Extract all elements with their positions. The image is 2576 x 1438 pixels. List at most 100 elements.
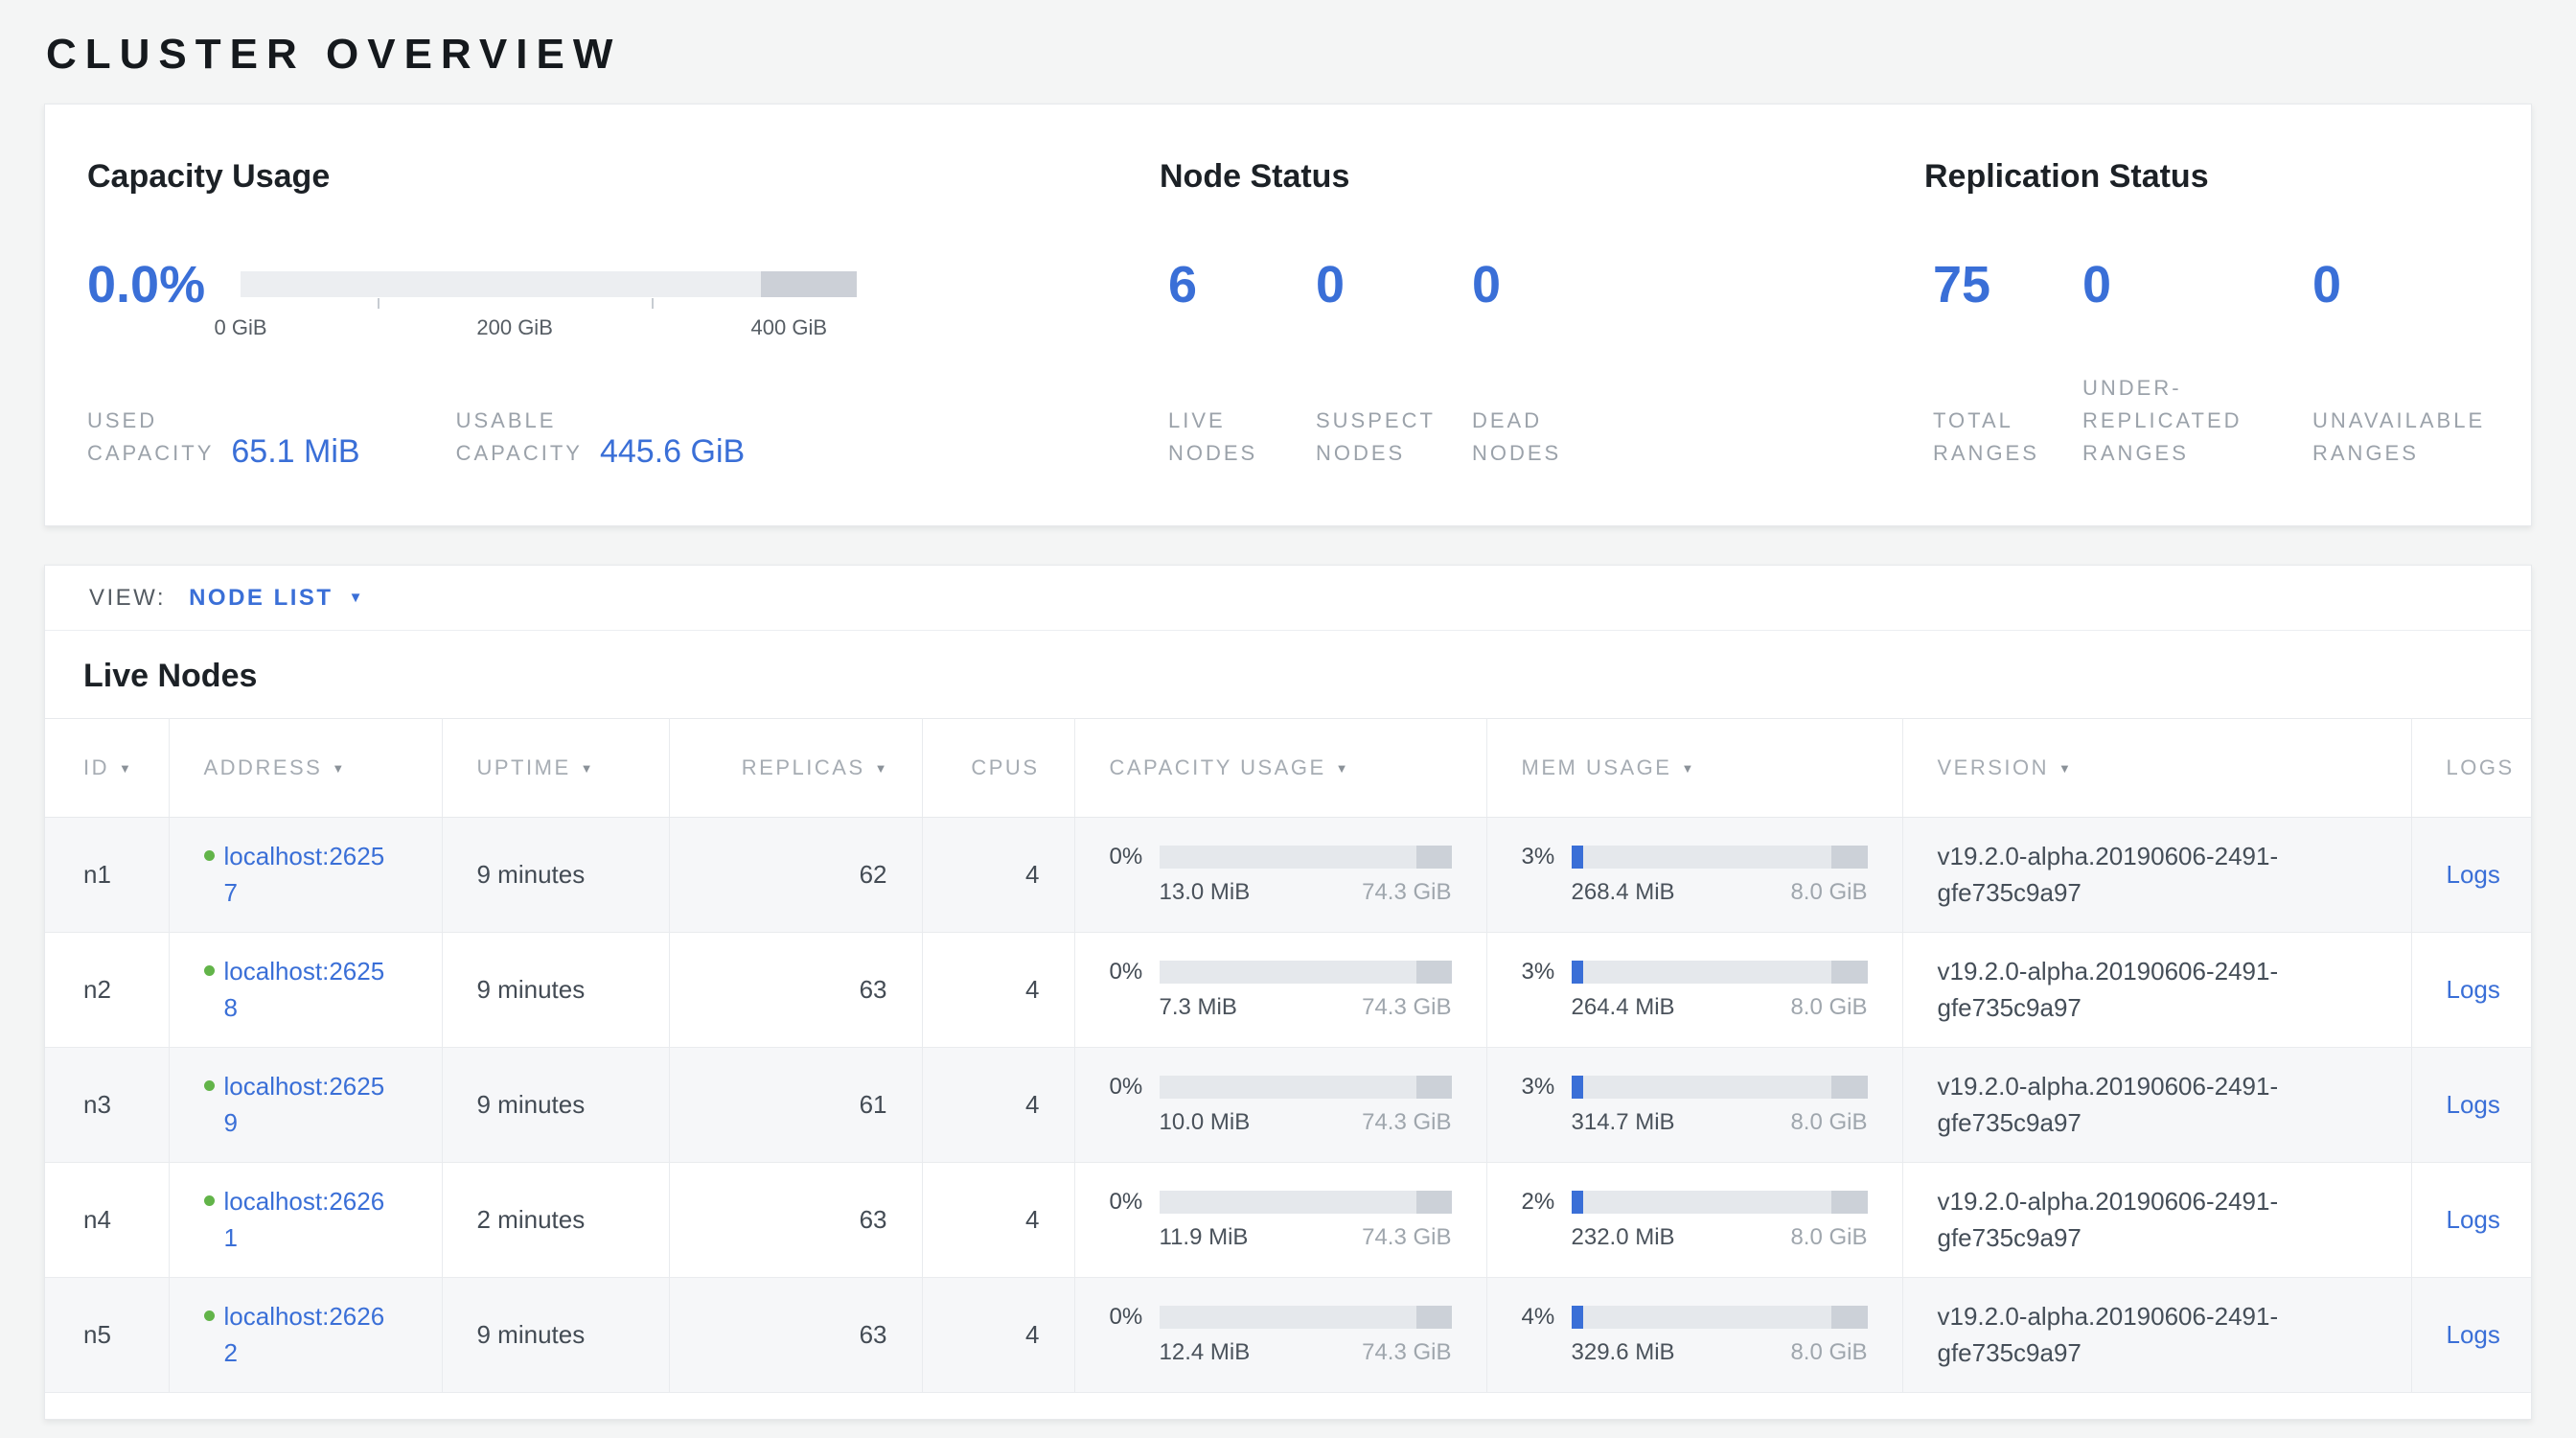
capacity-used-value: 11.9 MiB — [1160, 1224, 1249, 1251]
total-ranges-label: TOTAL RANGES — [1933, 405, 2082, 470]
address-link[interactable]: localhost:26261 — [224, 1184, 389, 1256]
column-label: ID — [83, 755, 109, 779]
replicas-cell: 62 — [669, 818, 922, 933]
capacity-bar — [1160, 846, 1452, 869]
mem-total-value: 8.0 GiB — [1790, 1339, 1867, 1366]
logs-link[interactable]: Logs — [2447, 1090, 2500, 1119]
unavailable-ranges-stat: 0 UNAVAILABLE RANGES — [2312, 259, 2485, 470]
node-status-section: Node Status 6 LIVE NODES 0 SUSPECT NODES… — [1160, 158, 1924, 470]
gauge-tick-label: 200 GiB — [476, 315, 553, 340]
sort-arrow-icon: ▼ — [2058, 761, 2071, 776]
column-label: VERSION — [1938, 755, 2050, 779]
version-cell: v19.2.0-alpha.20190606-2491-gfe735c9a97 — [1902, 818, 2411, 933]
capacity-total-value: 74.3 GiB — [1362, 1339, 1451, 1366]
mem-percent: 3% — [1522, 1074, 1572, 1101]
table-header-row: ID▼ADDRESS▼UPTIME▼REPLICAS▼CPUSCAPACITY … — [45, 719, 2531, 818]
capacity-percent: 0% — [1110, 959, 1160, 986]
capacity-percent-value: 0.0% — [87, 259, 241, 311]
column-header-mem-usage[interactable]: MEM USAGE▼ — [1486, 719, 1902, 818]
capacity-used-value: 10.0 MiB — [1160, 1109, 1251, 1136]
total-ranges-stat: 75 TOTAL RANGES — [1924, 259, 2082, 470]
cpus-cell: 4 — [922, 933, 1074, 1048]
mem-bar-used-segment — [1572, 961, 1583, 984]
column-header-capacity-usage[interactable]: CAPACITY USAGE▼ — [1074, 719, 1486, 818]
column-header-replicas[interactable]: REPLICAS▼ — [669, 719, 922, 818]
version-text: v19.2.0-alpha.20190606-2491-gfe735c9a97 — [1938, 839, 2364, 911]
under-replicated-label: UNDER- REPLICATED RANGES — [2082, 372, 2312, 470]
live-status-dot-icon — [204, 1195, 215, 1206]
live-nodes-stat: 6 LIVE NODES — [1160, 259, 1316, 470]
logs-link[interactable]: Logs — [2447, 860, 2500, 889]
column-label: UPTIME — [477, 755, 571, 779]
node-id-cell: n2 — [45, 933, 169, 1048]
table-row: n3 localhost:26259 9 minutes 61 4 0% 10.… — [45, 1048, 2531, 1163]
suspect-nodes-label: SUSPECT NODES — [1316, 405, 1472, 470]
logs-link[interactable]: Logs — [2447, 1205, 2500, 1234]
mem-usage-cell: 3% 264.4 MiB 8.0 GiB — [1486, 933, 1902, 1048]
live-nodes-heading: Live Nodes — [45, 631, 2531, 718]
capacity-bar — [1160, 961, 1452, 984]
usable-capacity-value: 445.6 GiB — [600, 435, 745, 470]
under-replicated-value: 0 — [2082, 259, 2312, 311]
mem-bar-used-segment — [1572, 846, 1583, 869]
logs-cell: Logs — [2411, 1163, 2531, 1278]
capacity-bar — [1160, 1191, 1452, 1214]
cpus-cell: 4 — [922, 1048, 1074, 1163]
version-text: v19.2.0-alpha.20190606-2491-gfe735c9a97 — [1938, 1299, 2364, 1371]
under-replicated-ranges-stat: 0 UNDER- REPLICATED RANGES — [2082, 259, 2312, 470]
column-label: LOGS — [2447, 755, 2515, 779]
capacity-bar-dark-segment — [1416, 961, 1452, 984]
table-row: n2 localhost:26258 9 minutes 63 4 0% 7.3… — [45, 933, 2531, 1048]
cpus-cell: 4 — [922, 1278, 1074, 1393]
address-link[interactable]: localhost:26262 — [224, 1299, 389, 1371]
node-list-card: VIEW: NODE LIST ▼ Live Nodes ID▼ADDRESS▼… — [44, 565, 2532, 1420]
mem-usage-cell: 4% 329.6 MiB 8.0 GiB — [1486, 1278, 1902, 1393]
dead-nodes-value: 0 — [1472, 259, 1628, 311]
table-row: n4 localhost:26261 2 minutes 63 4 0% 11.… — [45, 1163, 2531, 1278]
mem-used-value: 314.7 MiB — [1572, 1109, 1675, 1136]
address-link[interactable]: localhost:26259 — [224, 1069, 389, 1141]
view-selector-dropdown[interactable]: NODE LIST ▼ — [189, 585, 362, 612]
logs-cell: Logs — [2411, 1048, 2531, 1163]
sort-arrow-icon: ▼ — [581, 761, 593, 776]
replicas-cell: 63 — [669, 1163, 922, 1278]
capacity-bar-dark-segment — [1416, 846, 1452, 869]
uptime-cell: 2 minutes — [442, 1163, 669, 1278]
capacity-bar — [1160, 1076, 1452, 1099]
mem-bar — [1572, 961, 1868, 984]
mem-used-value: 232.0 MiB — [1572, 1224, 1675, 1251]
live-nodes-value: 6 — [1168, 259, 1316, 311]
mem-bar-dark-segment — [1831, 1191, 1867, 1214]
logs-link[interactable]: Logs — [2447, 975, 2500, 1004]
column-header-uptime[interactable]: UPTIME ▼ — [442, 719, 669, 818]
capacity-total-value: 74.3 GiB — [1362, 879, 1451, 906]
version-text: v19.2.0-alpha.20190606-2491-gfe735c9a97 — [1938, 1184, 2364, 1256]
mem-percent: 4% — [1522, 1304, 1572, 1331]
version-cell: v19.2.0-alpha.20190606-2491-gfe735c9a97 — [1902, 1278, 2411, 1393]
capacity-gauge: 0 GiB 200 GiB 400 GiB — [241, 271, 857, 297]
logs-link[interactable]: Logs — [2447, 1320, 2500, 1349]
capacity-bar-dark-segment — [1416, 1076, 1452, 1099]
node-id-cell: n3 — [45, 1048, 169, 1163]
mem-bar-dark-segment — [1831, 1306, 1867, 1329]
capacity-usage-title: Capacity Usage — [87, 158, 1160, 196]
address-link[interactable]: localhost:26258 — [224, 954, 389, 1026]
logs-cell: Logs — [2411, 818, 2531, 933]
column-label: CAPACITY USAGE — [1110, 755, 1326, 779]
column-header-id[interactable]: ID ▼ — [45, 719, 169, 818]
cpus-cell: 4 — [922, 1163, 1074, 1278]
capacity-percent: 0% — [1110, 1074, 1160, 1101]
mem-bar-used-segment — [1572, 1191, 1583, 1214]
column-header-version[interactable]: VERSION ▼ — [1902, 719, 2411, 818]
column-header-address[interactable]: ADDRESS▼ — [169, 719, 442, 818]
sort-arrow-icon: ▼ — [119, 761, 131, 776]
sort-arrow-icon: ▼ — [875, 761, 887, 776]
mem-bar-used-segment — [1572, 1076, 1583, 1099]
suspect-nodes-stat: 0 SUSPECT NODES — [1316, 259, 1472, 470]
gauge-tick — [378, 298, 380, 309]
address-link[interactable]: localhost:26257 — [224, 839, 389, 911]
mem-used-value: 329.6 MiB — [1572, 1339, 1675, 1366]
column-label: ADDRESS — [204, 755, 323, 779]
capacity-percent: 0% — [1110, 844, 1160, 870]
capacity-used-value: 7.3 MiB — [1160, 994, 1237, 1021]
